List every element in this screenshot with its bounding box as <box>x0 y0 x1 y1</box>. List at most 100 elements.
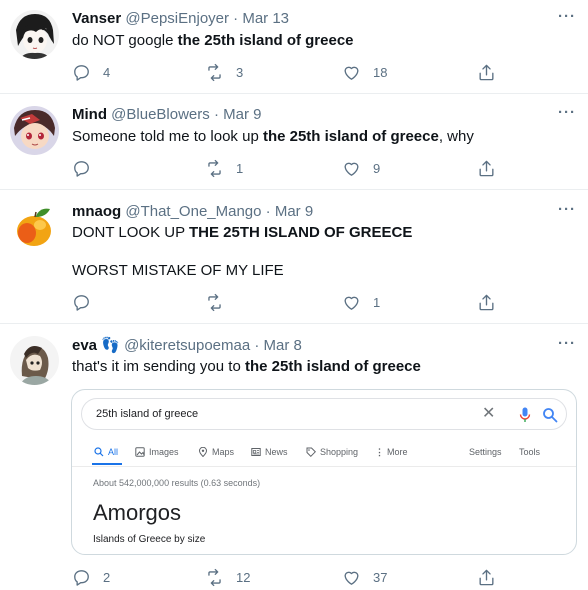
reply-button[interactable]: 2 <box>72 566 110 588</box>
tweet-text: Someone told me to look up the 25th isla… <box>72 127 474 147</box>
separator-dot: · <box>254 337 260 354</box>
tab-label: Shopping <box>320 447 359 457</box>
tab-label: All <box>108 447 119 457</box>
like-button[interactable]: 18 <box>342 61 387 83</box>
more-options-icon[interactable]: ··· <box>556 335 578 355</box>
tweet-actions: 2 12 37 <box>62 566 512 588</box>
tweet-text-bold: the 25th island of greece <box>177 32 354 49</box>
like-button[interactable]: 9 <box>342 157 380 179</box>
retweet-icon <box>208 159 221 177</box>
display-name[interactable]: eva <box>72 337 97 354</box>
share-icon <box>479 569 494 585</box>
more-options-icon[interactable]: ··· <box>556 8 578 28</box>
share-button[interactable] <box>477 157 496 179</box>
tweet-text-plain: that's it im sending you to <box>72 358 245 375</box>
more-options-icon[interactable]: ··· <box>556 104 578 124</box>
tweet-date[interactable]: Mar 13 <box>242 10 289 27</box>
tag-icon <box>306 447 316 457</box>
separator-dot: · <box>265 203 271 220</box>
user-handle[interactable]: @PepsiEnjoyer <box>125 10 229 27</box>
active-tab-indicator <box>92 463 122 465</box>
reply-button[interactable] <box>72 157 103 179</box>
tweet-text: DONT LOOK UP THE 25TH ISLAND OF GREECE <box>72 223 412 243</box>
reply-button[interactable]: 4 <box>72 61 110 83</box>
tab-more: ⋮ More <box>375 442 408 462</box>
share-icon <box>479 294 494 310</box>
tab-images: Images <box>135 442 179 462</box>
map-pin-icon <box>198 447 208 457</box>
tweet-date[interactable]: Mar 9 <box>223 106 261 123</box>
tweet-header: Mind @BlueBlowers · Mar 9 <box>72 105 261 125</box>
avatar[interactable] <box>10 336 59 385</box>
heart-icon <box>344 571 359 585</box>
retweet-button[interactable] <box>205 291 236 313</box>
user-handle[interactable]: @kiteretsupoemaa <box>124 337 250 354</box>
share-icon <box>479 64 494 80</box>
tweet[interactable]: mnaog @That_One_Mango · Mar 9 ··· DONT L… <box>0 190 588 324</box>
reply-button[interactable] <box>72 291 103 313</box>
display-name[interactable]: Mind <box>72 106 107 123</box>
retweet-count: 1 <box>236 160 244 176</box>
tweet-text-bold: the 25th island of greece <box>244 358 421 375</box>
more-options-icon[interactable]: ··· <box>556 201 578 221</box>
tweet-text-tail: , why <box>438 128 474 145</box>
separator-dot: · <box>233 10 239 27</box>
tab-news: News <box>251 442 288 462</box>
tweet-date[interactable]: Mar 8 <box>264 337 302 354</box>
tweet[interactable]: Mind @BlueBlowers · Mar 9 ··· Someone to… <box>0 94 588 190</box>
like-button[interactable]: 37 <box>342 566 387 588</box>
search-icon <box>543 408 558 423</box>
tweet-header: eva 👣 @kiteretsupoemaa · Mar 8 <box>72 336 302 356</box>
avatar[interactable] <box>10 10 59 59</box>
user-handle[interactable]: @That_One_Mango <box>125 203 261 220</box>
tweet-text-line2: WORST MISTAKE OF MY LIFE <box>72 262 284 279</box>
retweet-button[interactable]: 1 <box>205 157 243 179</box>
search-icon <box>94 447 104 457</box>
like-button[interactable]: 1 <box>342 291 380 313</box>
mic-icon <box>519 407 531 422</box>
tweet[interactable]: Vanser @PepsiEnjoyer · Mar 13 ··· do NOT… <box>0 0 588 94</box>
display-name[interactable]: mnaog <box>72 203 121 220</box>
avatar[interactable] <box>10 106 59 155</box>
answer-subtitle: Islands of Greece by size <box>93 534 206 545</box>
divider <box>72 466 576 467</box>
tab-tools: Tools <box>519 447 541 457</box>
google-search-box[interactable]: 25th island of greece ✕ <box>81 398 567 430</box>
heart-icon <box>344 162 359 176</box>
avatar[interactable] <box>10 203 59 252</box>
reply-icon <box>74 64 89 81</box>
tweet-text: do NOT google the 25th island of greece <box>72 31 354 51</box>
share-button[interactable] <box>477 566 496 588</box>
user-handle[interactable]: @BlueBlowers <box>111 106 210 123</box>
tweet-text-bold: the 25th island of greece <box>262 128 439 145</box>
reply-icon <box>74 160 89 177</box>
tweet-date[interactable]: Mar 9 <box>275 203 313 220</box>
retweet-button[interactable]: 12 <box>205 566 250 588</box>
retweet-icon <box>208 568 221 586</box>
tab-all: All <box>94 442 118 462</box>
heart-icon <box>344 66 359 80</box>
like-count: 9 <box>373 160 381 176</box>
news-icon <box>251 448 261 456</box>
answer-title: Amorgos <box>93 500 182 525</box>
share-button[interactable] <box>477 61 496 83</box>
tab-label: Images <box>149 447 179 457</box>
google-query: 25th island of greece <box>96 408 199 420</box>
separator-dot: · <box>213 106 219 123</box>
tab-label: More <box>387 447 408 457</box>
reply-count: 4 <box>103 64 111 80</box>
retweet-icon <box>208 293 221 311</box>
tab-shopping: Shopping <box>306 442 358 462</box>
display-name[interactable]: Vanser <box>72 10 121 27</box>
tweet-actions: 1 <box>62 291 512 313</box>
name-emoji: 👣 <box>101 337 120 354</box>
share-button[interactable] <box>477 291 496 313</box>
like-count: 37 <box>373 569 388 585</box>
retweet-icon <box>208 63 221 81</box>
more-vertical-icon: ⋮ <box>375 447 384 457</box>
attached-image[interactable]: 25th island of greece ✕ All Images Maps … <box>71 389 577 555</box>
google-tabs: All Images Maps News Shopping ⋮ More Set… <box>72 442 576 462</box>
tweet-actions: 1 9 <box>62 157 512 179</box>
retweet-button[interactable]: 3 <box>205 61 243 83</box>
retweet-count: 3 <box>236 64 244 80</box>
